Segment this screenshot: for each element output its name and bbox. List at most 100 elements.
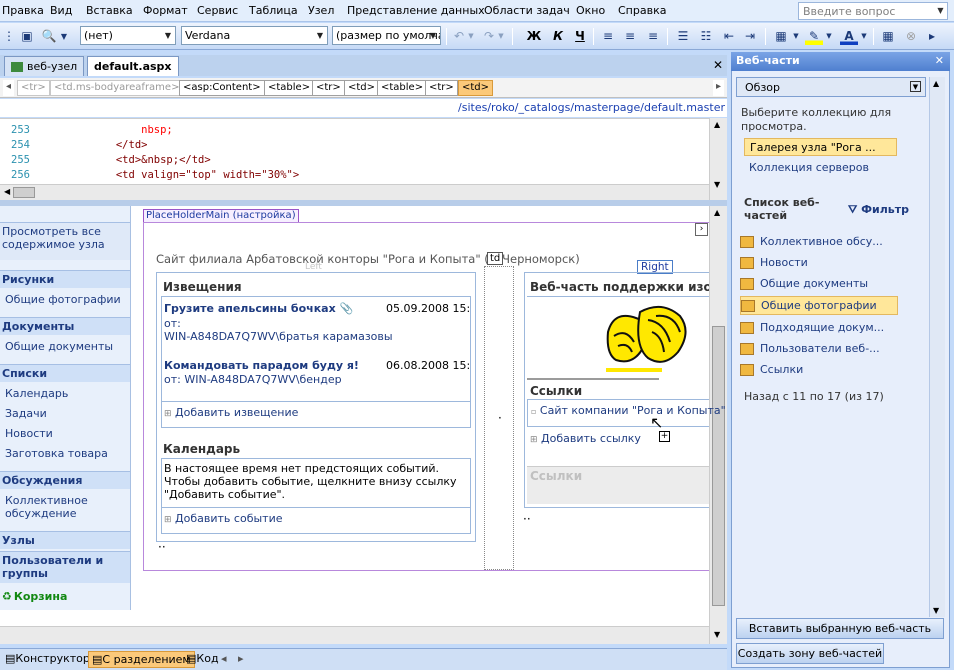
table-icon[interactable]: ▦ [879, 28, 897, 45]
nav-item-product-template[interactable]: Заготовка товара [5, 447, 108, 460]
nav-item-shared-documents[interactable]: Общие документы [5, 340, 113, 353]
scroll-down-icon[interactable]: ▼ [714, 630, 720, 639]
tag-tr[interactable]: <tr> [312, 80, 345, 96]
preview-dropdown-icon[interactable]: ▼ [58, 28, 70, 45]
webpart-item[interactable]: Новости [740, 256, 808, 269]
webpart-item[interactable]: Коллективное обсу... [740, 235, 883, 248]
server-gallery-item[interactable]: Коллекция серверов [749, 161, 869, 174]
scroll-thumb[interactable] [13, 187, 35, 198]
nav-item-calendar[interactable]: Календарь [5, 387, 68, 400]
menu-view[interactable]: Вид [50, 4, 72, 17]
filter-button[interactable]: ⛛ Фильтр [848, 203, 909, 217]
task-pane-scrollbar[interactable]: ▲ ▼ [929, 77, 945, 617]
split-view-button[interactable]: ▤С разделением [88, 651, 195, 668]
webpart-item[interactable]: Подходящие докум... [740, 321, 884, 334]
menu-tools[interactable]: Сервис [197, 4, 238, 17]
save-icon[interactable]: ▣ [18, 28, 36, 45]
font-color-dropdown-icon[interactable]: ▼ [859, 28, 869, 45]
nav-item-news[interactable]: Новости [5, 427, 53, 440]
scroll-left-icon[interactable]: ◀ [4, 187, 10, 196]
font-select[interactable]: Verdana ▼ [181, 26, 328, 45]
view-select[interactable]: Обзор ▼ [736, 77, 926, 97]
increase-indent-icon[interactable]: ⇥ [741, 28, 759, 45]
tag-table[interactable]: <table> [377, 80, 428, 96]
style-select[interactable]: (нет) ▼ [80, 26, 176, 45]
cancel-icon[interactable]: ⊗ [902, 28, 920, 45]
align-right-icon[interactable]: ≡ [644, 28, 662, 45]
nav-heading-people-groups[interactable]: Пользователи и группы [0, 551, 130, 583]
add-event-link[interactable]: ⊞ Добавить событие [164, 512, 283, 525]
scroll-up-icon[interactable]: ▲ [714, 208, 720, 217]
menu-help[interactable]: Справка [618, 4, 666, 17]
nav-heading-discussions[interactable]: Обсуждения [0, 471, 130, 489]
chevron-right-icon[interactable]: › [695, 223, 708, 236]
menu-data-view[interactable]: Представление данных [347, 4, 485, 17]
tab-default-aspx[interactable]: default.aspx [87, 56, 179, 76]
numbered-list-icon[interactable]: ☰ [674, 28, 692, 45]
recycle-bin-link[interactable]: ♻ Корзина [2, 590, 67, 603]
scroll-down-icon[interactable]: ▼ [933, 606, 939, 615]
announcement-author-line[interactable]: от: WIN-A848DA7Q7WV\бендер [164, 373, 342, 386]
borders-icon[interactable]: ▦ [772, 28, 790, 45]
view-all-content-link[interactable]: Просмотреть все содержимое узла [0, 222, 130, 260]
scroll-up-icon[interactable]: ▲ [714, 120, 720, 129]
nav-item-team-discussion[interactable]: Коллективное обсуждение [5, 494, 115, 520]
nav-heading-pictures[interactable]: Рисунки [0, 270, 130, 288]
tag-td-bodyareaframe[interactable]: <td.ms-bodyareaframe> [50, 80, 184, 96]
tag-td-selected[interactable]: <td> [458, 80, 494, 96]
placeholder-label[interactable]: PlaceHolderMain (настройка) [143, 209, 299, 223]
menu-insert[interactable]: Вставка [86, 4, 133, 17]
create-zone-button[interactable]: Создать зону веб-частей [736, 643, 884, 664]
nav-heading-documents[interactable]: Документы [0, 317, 130, 335]
font-color-icon[interactable]: A [840, 28, 858, 45]
highlight-dropdown-icon[interactable]: ▼ [824, 28, 834, 45]
menu-site[interactable]: Узел [308, 4, 334, 17]
view-switcher-right-icon[interactable]: ▸ [235, 651, 247, 668]
tag-table[interactable]: <table> [264, 80, 315, 96]
highlight-icon[interactable]: ✎ [805, 28, 823, 45]
italic-button[interactable]: К [549, 28, 567, 45]
site-gallery-item[interactable]: Галерея узла "Рога ... [744, 138, 897, 156]
font-size-select[interactable]: (размер по умолча ▼ [332, 26, 441, 45]
webpart-item-selected[interactable]: Общие фотографии [740, 296, 898, 315]
nav-item-shared-photos[interactable]: Общие фотографии [5, 293, 121, 306]
announcement-title[interactable]: Грузите апельсины бочках 📎 [164, 302, 353, 315]
code-vertical-scrollbar[interactable]: ▲ ▼ [709, 118, 727, 200]
add-announcement-link[interactable]: ⊞ Добавить извещение [164, 406, 298, 419]
view-switcher-left-icon[interactable]: ◂ [218, 651, 230, 668]
menu-window[interactable]: Окно [576, 4, 605, 17]
design-vertical-scrollbar[interactable]: ▲ ▼ [709, 206, 727, 644]
nav-item-tasks[interactable]: Задачи [5, 407, 47, 420]
announcement-author[interactable]: WIN-A848DA7Q7WV\братья карамазовы [164, 330, 393, 343]
nav-heading-sites[interactable]: Узлы [0, 531, 130, 549]
tag-tr[interactable]: <tr> [17, 80, 50, 96]
ask-question-input[interactable]: Введите вопрос [798, 2, 948, 20]
menu-task-panes[interactable]: Области задач [484, 4, 570, 17]
borders-dropdown-icon[interactable]: ▼ [791, 28, 801, 45]
webpart-item[interactable]: Ссылки [740, 363, 803, 376]
bulleted-list-icon[interactable]: ☷ [697, 28, 715, 45]
webpart-item[interactable]: Пользователи веб-... [740, 342, 880, 355]
menu-edit[interactable]: Правка [2, 4, 44, 17]
align-center-icon[interactable]: ≡ [621, 28, 639, 45]
scroll-thumb[interactable] [712, 326, 725, 606]
preview-icon[interactable]: 🔍 [40, 28, 58, 45]
tags-right-icon[interactable]: ▸ [713, 80, 725, 96]
tag-tr[interactable]: <tr> [425, 80, 458, 96]
close-tab-icon[interactable]: ✕ [713, 58, 723, 72]
toolbar-options-icon[interactable]: ▸ [925, 28, 939, 45]
design-view-button[interactable]: ▤Конструктор [2, 651, 93, 668]
code-view-button[interactable]: ▤Код [183, 651, 222, 668]
menu-table[interactable]: Таблица [249, 4, 298, 17]
tags-left-icon[interactable]: ◂ [3, 80, 15, 96]
scroll-up-icon[interactable]: ▲ [933, 79, 939, 88]
menu-format[interactable]: Формат [143, 4, 188, 17]
add-link-link[interactable]: ⊞ Добавить ссылку [530, 432, 641, 445]
code-horizontal-scrollbar[interactable]: ◀ [0, 184, 709, 200]
ask-dropdown-icon[interactable]: ▼ [934, 3, 947, 19]
insert-webpart-button[interactable]: Вставить выбранную веб-часть [736, 618, 944, 639]
tab-website[interactable]: веб-узел [4, 56, 85, 76]
close-pane-icon[interactable]: ✕ [935, 54, 944, 67]
redo-dropdown-icon[interactable]: ▼ [496, 28, 506, 45]
nav-heading-lists[interactable]: Списки [0, 364, 130, 382]
